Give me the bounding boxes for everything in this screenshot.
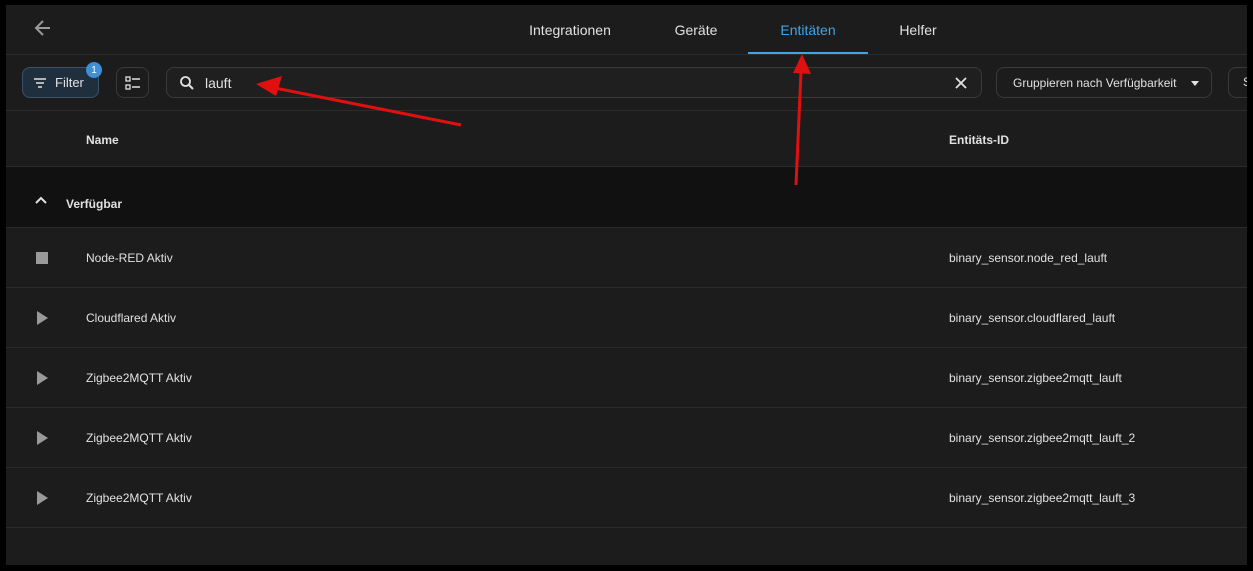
group-by-label: Gruppieren nach Verfügbarkeit — [1013, 75, 1177, 90]
selection-mode-button[interactable] — [116, 67, 149, 98]
table-row[interactable]: Zigbee2MQTT Aktiv binary_sensor.zigbee2m… — [6, 468, 1247, 528]
play-icon — [34, 491, 50, 505]
chevron-up-icon — [35, 196, 47, 204]
clear-search-icon[interactable] — [953, 75, 969, 91]
column-header-entity-id[interactable]: Entitäts-ID — [949, 133, 1009, 147]
table-row[interactable]: Cloudflared Aktiv binary_sensor.cloudfla… — [6, 288, 1247, 348]
group-by-dropdown[interactable]: Gruppieren nach Verfügbarkeit — [996, 67, 1212, 98]
play-icon — [34, 431, 50, 445]
filter-count-badge: 1 — [86, 62, 102, 78]
search-icon — [180, 76, 194, 90]
entity-name: Zigbee2MQTT Aktiv — [86, 431, 192, 445]
entity-id: binary_sensor.node_red_lauft — [949, 251, 1108, 265]
entity-id: binary_sensor.cloudflared_lauft — [949, 311, 1116, 325]
caret-down-icon — [1191, 81, 1199, 86]
stop-icon — [34, 251, 50, 265]
filter-label: Filter — [55, 75, 84, 90]
group-header-verfuegbar[interactable]: Verfügbar — [6, 167, 1247, 228]
table-row[interactable]: Zigbee2MQTT Aktiv binary_sensor.zigbee2m… — [6, 348, 1247, 408]
tab-integrationen[interactable]: Integrationen — [518, 5, 622, 54]
top-bar: Integrationen Geräte Entitäten Helfer — [6, 5, 1247, 55]
filter-icon — [34, 77, 46, 88]
app-window: Integrationen Geräte Entitäten Helfer Fi… — [6, 5, 1247, 565]
sort-button[interactable]: S — [1228, 67, 1247, 98]
search-field[interactable]: lauft — [166, 67, 982, 98]
entity-name: Zigbee2MQTT Aktiv — [86, 371, 192, 385]
table-row[interactable]: Node-RED Aktiv binary_sensor.node_red_la… — [6, 228, 1247, 288]
back-button[interactable] — [28, 13, 58, 43]
tab-entitaeten[interactable]: Entitäten — [748, 5, 868, 54]
tab-geraete[interactable]: Geräte — [660, 5, 732, 54]
entity-name: Zigbee2MQTT Aktiv — [86, 491, 192, 505]
entity-name: Cloudflared Aktiv — [86, 311, 177, 325]
entity-id: binary_sensor.zigbee2mqtt_lauft_3 — [949, 491, 1136, 505]
group-label: Verfügbar — [66, 197, 123, 211]
entity-id: binary_sensor.zigbee2mqtt_lauft_2 — [949, 431, 1136, 445]
table-header: Name Entitäts-ID — [6, 110, 1247, 167]
table-row[interactable]: Zigbee2MQTT Aktiv binary_sensor.zigbee2m… — [6, 408, 1247, 468]
play-icon — [34, 311, 50, 325]
entity-id: binary_sensor.zigbee2mqtt_lauft — [949, 371, 1122, 385]
search-input-value[interactable]: lauft — [205, 75, 231, 91]
toolbar: Filter 1 lauft Gruppieren nach Verfügbar… — [6, 55, 1247, 110]
arrow-left-icon — [34, 20, 50, 36]
entity-name: Node-RED Aktiv — [86, 251, 173, 265]
tab-helfer[interactable]: Helfer — [886, 5, 950, 54]
play-icon — [34, 371, 50, 385]
checklist-icon — [124, 75, 140, 90]
column-header-name[interactable]: Name — [86, 133, 119, 147]
